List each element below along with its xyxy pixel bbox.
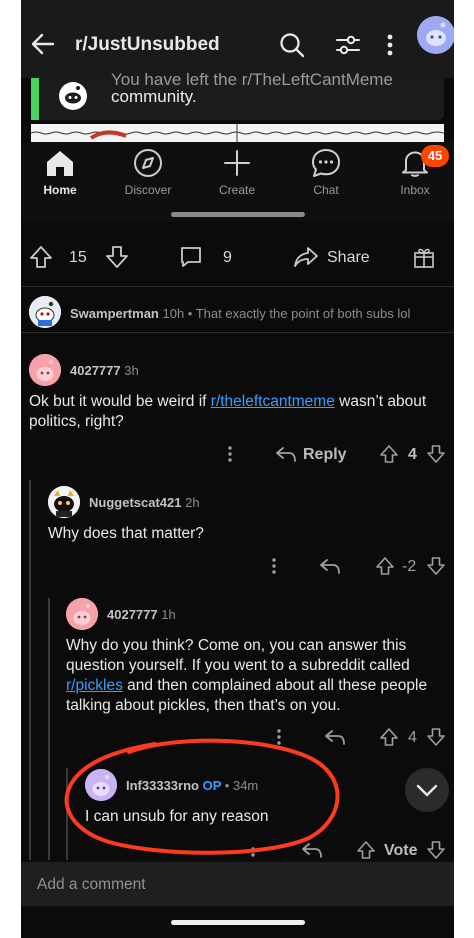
image-strip bbox=[31, 124, 444, 142]
upvote-icon[interactable] bbox=[29, 245, 53, 269]
post-action-bar: 15 9 Share bbox=[21, 234, 454, 280]
add-comment-input[interactable]: Add a comment bbox=[37, 876, 146, 894]
award-gift-icon[interactable] bbox=[412, 245, 436, 269]
nav-item-create[interactable]: Create bbox=[199, 148, 275, 197]
upvote-icon[interactable] bbox=[379, 444, 399, 464]
waveform-graphic bbox=[31, 124, 444, 142]
upvote-icon[interactable] bbox=[356, 840, 376, 860]
snoo-avatar-icon bbox=[66, 598, 98, 630]
snoo-avatar-icon bbox=[417, 16, 454, 54]
plus-icon bbox=[224, 150, 250, 176]
comment-author-line: Swampertman 10h • That exactly the point… bbox=[70, 306, 410, 321]
nav-item-discover[interactable]: Discover bbox=[110, 148, 186, 197]
upvote-icon[interactable] bbox=[379, 727, 399, 747]
downvote-icon[interactable] bbox=[105, 245, 129, 269]
snoo-avatar-icon bbox=[29, 354, 61, 386]
nav-label-create: Create bbox=[218, 183, 256, 197]
reddit-logo-icon bbox=[59, 82, 87, 110]
comment-body: Ok but it would be weird if r/theleftcan… bbox=[29, 392, 429, 432]
inbox-badge: 45 bbox=[421, 145, 449, 167]
app-bar: r/JustUnsubbed bbox=[21, 0, 454, 78]
subreddit-title[interactable]: r/JustUnsubbed bbox=[75, 34, 220, 56]
upvote-icon[interactable] bbox=[375, 556, 395, 576]
commenter-avatar[interactable] bbox=[66, 598, 98, 630]
comment-score: 4 bbox=[408, 729, 417, 746]
red-annotation-circle bbox=[64, 738, 340, 855]
comment-author[interactable]: Swampertman bbox=[70, 306, 159, 321]
collapse-thread-button[interactable] bbox=[405, 768, 449, 812]
downvote-icon[interactable] bbox=[426, 840, 446, 860]
snoo-avatar-icon bbox=[29, 296, 61, 328]
comment-author[interactable]: Nuggetscat421 bbox=[89, 495, 181, 510]
comment-divider bbox=[21, 332, 454, 333]
toast-accent-bar bbox=[31, 78, 39, 120]
left-community-toast: You have left the r/TheLeftCantMeme comm… bbox=[31, 70, 444, 120]
comment-author[interactable]: 4027777 bbox=[70, 363, 121, 378]
comment-time: 2h bbox=[185, 495, 200, 510]
post-divider bbox=[21, 286, 454, 287]
thread-line[interactable] bbox=[29, 480, 31, 860]
downvote-icon[interactable] bbox=[426, 556, 446, 576]
embedded-screenshot: You have left the r/TheLeftCantMeme comm… bbox=[21, 70, 454, 142]
subreddit-link[interactable]: r/theleftcantmeme bbox=[211, 393, 335, 410]
nav-item-home[interactable]: Home bbox=[22, 148, 98, 197]
home-icon bbox=[47, 151, 73, 176]
nav-label-home: Home bbox=[43, 183, 77, 197]
share-label[interactable]: Share bbox=[327, 249, 370, 267]
comment-count: 9 bbox=[223, 249, 232, 266]
phone-screen: r/JustUnsubbed You have left the r/TheLe… bbox=[21, 0, 454, 938]
nav-label-chat: Chat bbox=[313, 183, 339, 197]
embedded-home-indicator bbox=[171, 212, 305, 217]
downvote-icon[interactable] bbox=[426, 727, 446, 747]
snoo-avatar-icon bbox=[48, 486, 80, 518]
reply-icon[interactable] bbox=[275, 444, 297, 464]
comment-icon[interactable] bbox=[179, 245, 203, 269]
comment-author-line: 4027777 3h bbox=[70, 363, 139, 378]
nav-label-inbox: Inbox bbox=[400, 183, 430, 197]
comment-text: Ok but it would be weird if bbox=[29, 393, 211, 410]
nav-item-chat[interactable]: Chat bbox=[288, 148, 364, 197]
comment-time: 1h bbox=[161, 607, 176, 622]
chevron-down-icon bbox=[416, 784, 438, 797]
comment-score: 4 bbox=[408, 446, 417, 463]
back-arrow-icon[interactable] bbox=[29, 30, 57, 58]
share-icon[interactable] bbox=[293, 245, 319, 269]
commenter-avatar[interactable] bbox=[48, 486, 80, 518]
comment-meta: 10h • That exactly the point of both sub… bbox=[162, 306, 411, 321]
thread-line[interactable] bbox=[48, 598, 50, 860]
reply-button[interactable]: Reply bbox=[303, 446, 347, 464]
upvote-count: 15 bbox=[69, 249, 87, 266]
more-options-icon[interactable] bbox=[271, 557, 277, 575]
toast-message: community. bbox=[111, 87, 197, 106]
comment-author-line: 4027777 1h bbox=[107, 607, 176, 622]
add-comment-bar[interactable]: Add a comment bbox=[21, 862, 454, 906]
comment-text: Why do you think? Come on, you can answe… bbox=[66, 637, 410, 674]
vote-label[interactable]: Vote bbox=[384, 842, 417, 860]
comment-body: Why does that matter? bbox=[48, 525, 204, 542]
comment-author[interactable]: 4027777 bbox=[107, 607, 158, 622]
search-icon[interactable] bbox=[279, 32, 305, 58]
compass-icon bbox=[134, 149, 162, 177]
more-options-icon[interactable] bbox=[227, 445, 233, 463]
comment-time: 3h bbox=[124, 363, 139, 378]
reply-icon[interactable] bbox=[319, 556, 341, 576]
downvote-icon[interactable] bbox=[426, 444, 446, 464]
comment-author-line: Nuggetscat421 2h bbox=[89, 495, 200, 510]
more-options-icon[interactable] bbox=[385, 32, 395, 58]
embedded-bottom-nav: Home Discover Create Chat Inbox 45 bbox=[21, 142, 454, 222]
nav-label-discover: Discover bbox=[124, 183, 172, 197]
comment-body: Why do you think? Come on, you can answe… bbox=[66, 636, 440, 716]
comment-score: -2 bbox=[402, 558, 417, 575]
filter-sliders-icon[interactable] bbox=[335, 32, 361, 58]
home-indicator[interactable] bbox=[171, 920, 305, 925]
commenter-avatar[interactable] bbox=[29, 354, 61, 386]
subreddit-link[interactable]: r/pickles bbox=[66, 677, 123, 694]
chat-icon bbox=[312, 149, 340, 177]
user-avatar[interactable] bbox=[417, 16, 454, 54]
commenter-avatar bbox=[29, 296, 61, 328]
